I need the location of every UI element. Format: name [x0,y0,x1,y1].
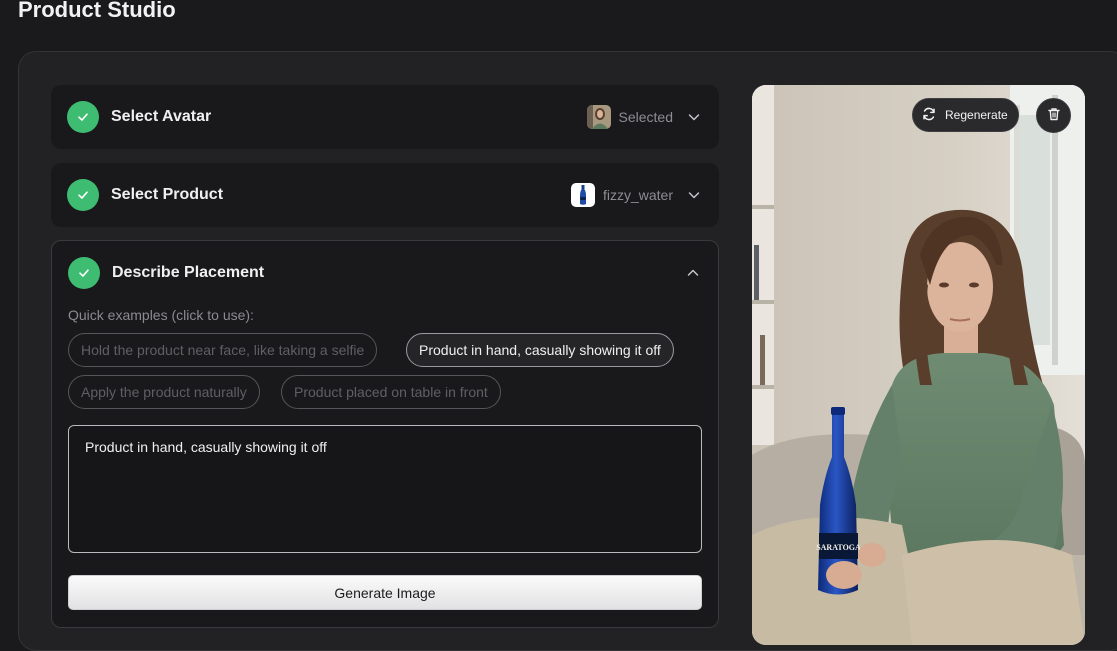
step-select-product[interactable]: Select Product fizzy_water [51,163,719,227]
chevron-down-icon[interactable] [687,110,701,124]
step-title: Describe Placement [112,264,265,281]
chevron-down-icon[interactable] [687,188,701,202]
generate-image-button[interactable]: Generate Image [68,575,702,610]
regenerate-label: Regenerate [945,108,1008,122]
example-chip[interactable]: Hold the product near face, like taking … [68,333,378,367]
placement-prompt-input[interactable]: Product in hand, casually showing it off [68,425,702,553]
example-chip[interactable]: Product placed on table in front [281,375,501,409]
trash-icon [1046,106,1062,125]
avatar-thumbnail [586,105,611,129]
example-chip[interactable]: Apply the product naturally [68,375,260,409]
step-title: Select Product [111,186,224,203]
product-status: fizzy_water [602,187,673,203]
delete-image-button[interactable] [1036,98,1071,133]
product-thumbnail [570,183,595,207]
check-icon [68,257,100,289]
step-title: Select Avatar [111,108,212,125]
example-chip-selected[interactable]: Product in hand, casually showing it off [406,333,674,367]
check-icon [67,179,99,211]
step-describe-placement: Describe Placement Quick examples (click… [51,240,719,628]
regenerate-button[interactable]: Regenerate [912,98,1019,132]
avatar-status: Selected [618,109,673,125]
generated-image-preview: SARATOGA [752,85,1085,645]
refresh-icon [921,106,937,125]
examples-label: Quick examples (click to use): [68,307,254,323]
check-icon [67,101,99,133]
bottle-label: SARATOGA [816,543,861,552]
chevron-up-icon[interactable] [686,266,700,280]
page-title: Product Studio [18,0,176,22]
step-select-avatar[interactable]: Select Avatar Selected [51,85,719,149]
